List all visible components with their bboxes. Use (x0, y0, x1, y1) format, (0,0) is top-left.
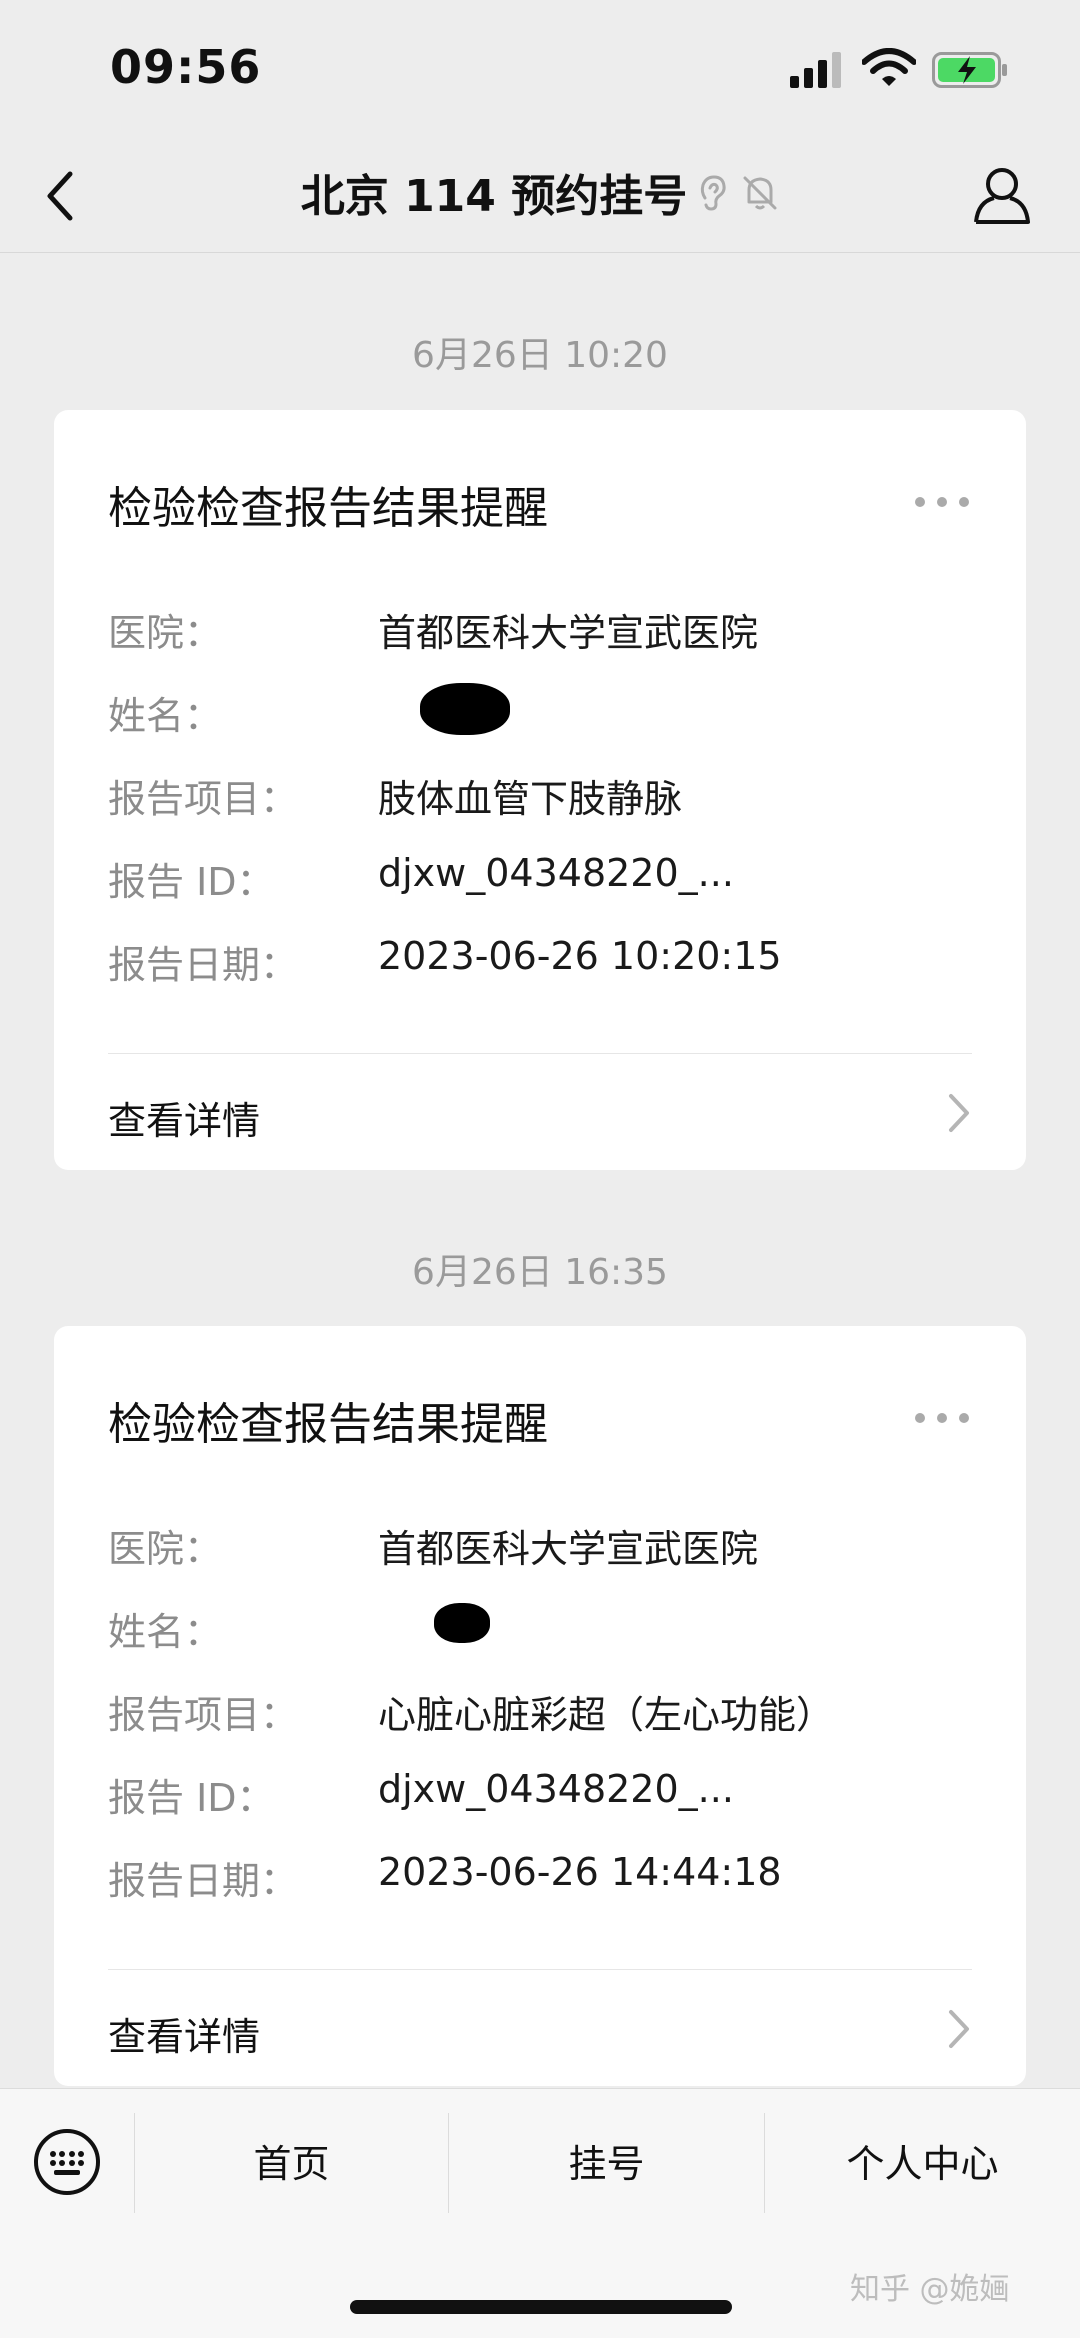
row-label: 医院： (108, 611, 223, 655)
mute-bell-icon (743, 176, 777, 210)
row-label: 报告日期： (108, 1859, 299, 1903)
battery-charging-icon (932, 52, 1007, 88)
row-value: 首都医科大学宣武医院 (378, 1527, 759, 1571)
card-title: 检验检查报告结果提醒 (108, 1399, 548, 1450)
nav-bar: 北京 114 预约挂号 (0, 140, 1080, 253)
message-timestamp: 6月26日 16:35 (412, 1252, 668, 1293)
row-value: djxw_04348220_... (378, 1767, 734, 1811)
message-timestamp: 6月26日 10:20 (412, 335, 668, 376)
row-report-date: 报告日期： 2023-06-26 10:20:15 (108, 934, 968, 994)
row-name: 姓名： (108, 683, 968, 745)
watermark: 知乎 @姽婳 (850, 2272, 1010, 2307)
row-value: 首都医科大学宣武医院 (378, 611, 759, 655)
redaction-mark (420, 683, 510, 735)
row-label: 报告 ID： (108, 1776, 275, 1820)
row-value: 2023-06-26 10:20:15 (378, 934, 782, 978)
menu-item-personal-center[interactable]: 个人中心 (765, 2089, 1080, 2239)
row-hospital: 医院： 首都医科大学宣武医院 (108, 602, 968, 662)
redaction-mark (434, 1603, 490, 1643)
row-value: 2023-06-26 14:44:18 (378, 1850, 782, 1894)
status-bar: 09:56 (0, 0, 1080, 140)
row-label: 姓名： (108, 694, 223, 738)
row-label: 医院： (108, 1527, 223, 1571)
profile-icon[interactable] (970, 162, 1034, 228)
ear-icon (701, 175, 726, 211)
row-name: 姓名： (108, 1601, 968, 1661)
view-details-label: 查看详情 (108, 1099, 261, 1143)
menu-item-home[interactable]: 首页 (135, 2089, 448, 2239)
view-details-link[interactable]: 查看详情 (54, 1054, 1026, 1170)
row-value: 心脏心脏彩超（左心功能） (378, 1693, 835, 1737)
row-report-date: 报告日期： 2023-06-26 14:44:18 (108, 1850, 968, 1910)
keyboard-icon (34, 2129, 100, 2195)
row-report-id: 报告 ID： djxw_04348220_... (108, 1767, 968, 1827)
nav-title-group: 北京 114 预约挂号 (0, 160, 1080, 224)
chevron-right-icon (949, 1094, 969, 1132)
report-card[interactable]: 检验检查报告结果提醒 医院： 首都医科大学宣武医院 姓名： 报告项目： 肢体血管… (54, 410, 1026, 1170)
view-details-link[interactable]: 查看详情 (54, 1970, 1026, 2086)
row-label: 报告 ID： (108, 860, 275, 904)
row-hospital: 医院： 首都医科大学宣武医院 (108, 1518, 968, 1578)
row-value: 肢体血管下肢静脉 (378, 777, 683, 821)
wifi-icon (862, 48, 916, 86)
view-details-label: 查看详情 (108, 2015, 261, 2059)
status-time: 09:56 (110, 40, 262, 94)
cellular-signal-icon (790, 52, 841, 88)
row-value: djxw_04348220_... (378, 851, 734, 895)
row-report-id: 报告 ID： djxw_04348220_... (108, 851, 968, 911)
page-title: 北京 114 预约挂号 (300, 171, 688, 222)
menu-item-register[interactable]: 挂号 (449, 2089, 764, 2239)
more-icon[interactable] (912, 494, 972, 510)
row-label: 报告项目： (108, 777, 299, 821)
row-label: 姓名： (108, 1610, 223, 1654)
row-label: 报告日期： (108, 943, 299, 987)
chevron-right-icon (949, 2010, 969, 2048)
keyboard-toggle-button[interactable] (0, 2089, 134, 2239)
row-report-item: 报告项目： 心脏心脏彩超（左心功能） (108, 1684, 968, 1744)
more-icon[interactable] (912, 1410, 972, 1426)
row-label: 报告项目： (108, 1693, 299, 1737)
report-card[interactable]: 检验检查报告结果提醒 医院： 首都医科大学宣武医院 姓名： 报告项目： 心脏心脏… (54, 1326, 1026, 2086)
row-report-item: 报告项目： 肢体血管下肢静脉 (108, 768, 968, 828)
card-title: 检验检查报告结果提醒 (108, 483, 548, 534)
home-indicator[interactable] (350, 2300, 732, 2314)
